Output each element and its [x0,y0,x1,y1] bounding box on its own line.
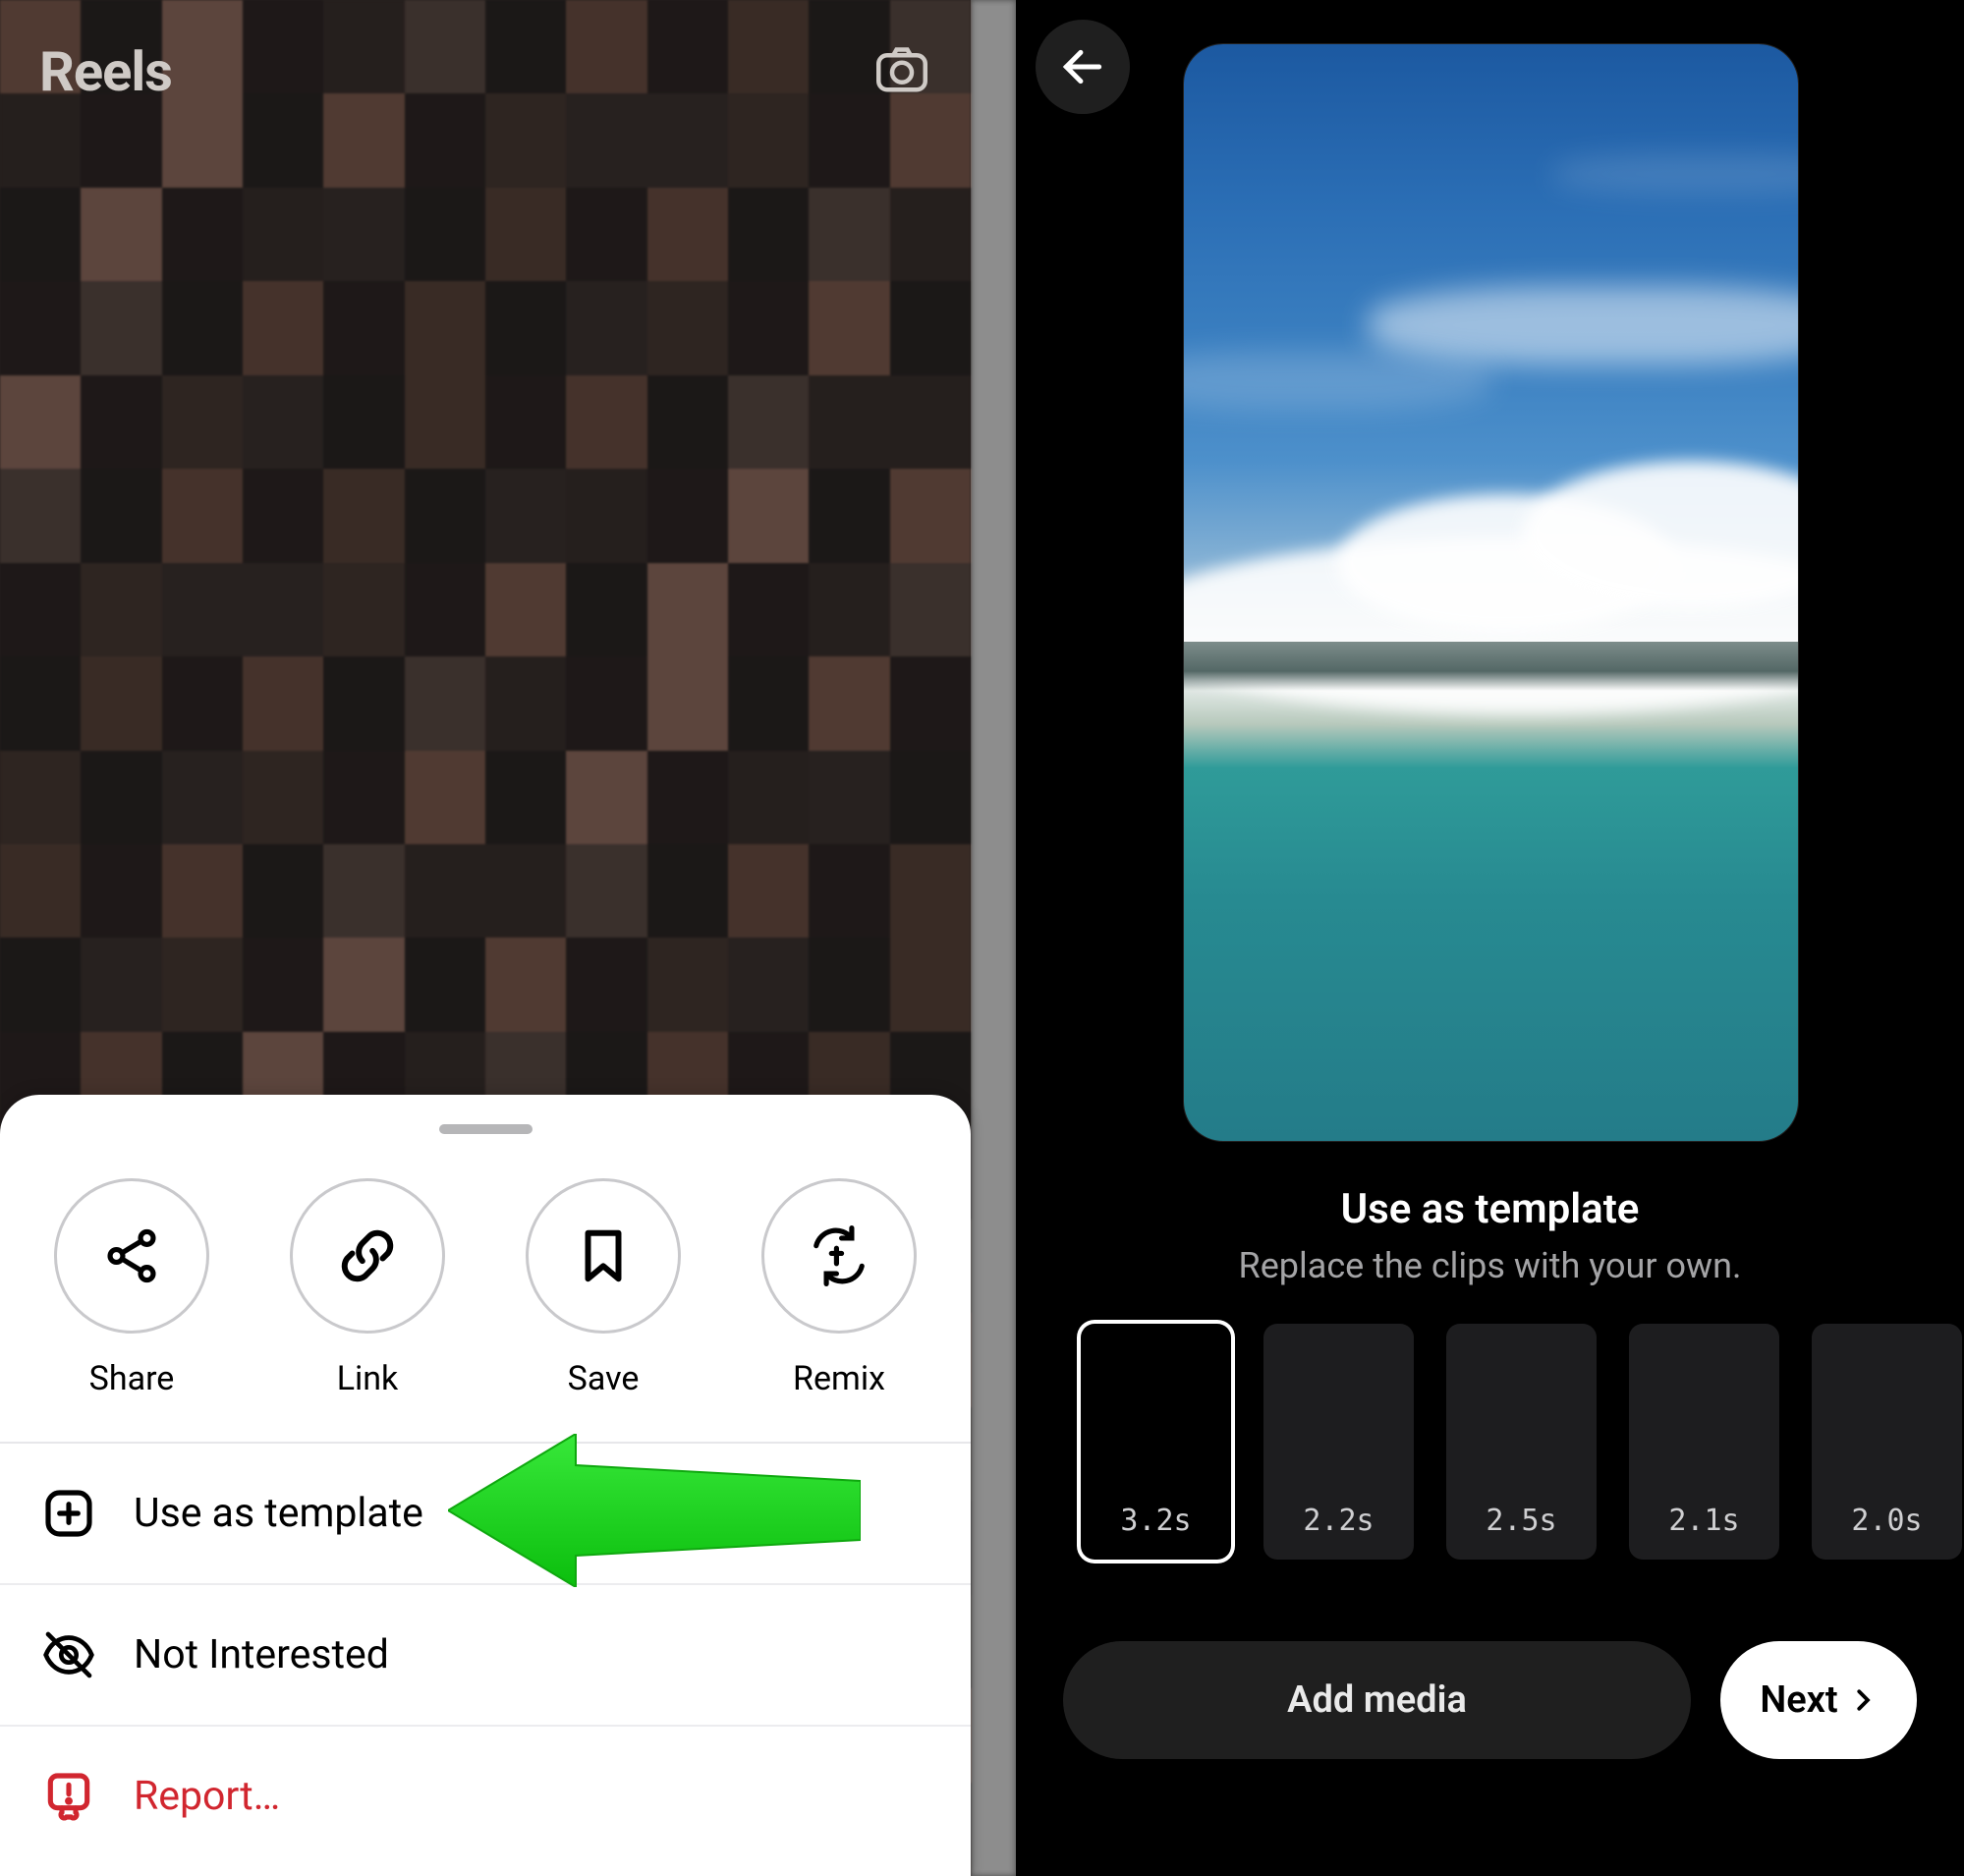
link-label: Link [337,1359,399,1398]
quick-action-row: Share Link [0,1178,971,1442]
share-label: Share [89,1359,175,1398]
next-button[interactable]: Next [1720,1641,1917,1759]
camera-icon [872,39,931,98]
report-label: Report… [134,1773,280,1820]
clip-slot-5[interactable]: 2.0s [1812,1324,1962,1560]
link-icon [337,1225,398,1286]
clip-slot-3[interactable]: 2.5s [1446,1324,1597,1560]
clip-duration-label: 2.2s [1303,1504,1374,1538]
add-media-label: Add media [1287,1678,1467,1722]
not-interested-label: Not Interested [134,1631,389,1678]
not-interested-item[interactable]: Not Interested [0,1585,971,1727]
screen-divider [971,0,1016,1876]
clip-duration-label: 3.2s [1120,1504,1191,1538]
template-title: Use as template [1016,1185,1964,1233]
clip-duration-label: 2.5s [1486,1504,1556,1538]
arrow-left-icon [1058,42,1107,91]
remix-icon [809,1225,870,1286]
reels-title: Reels [39,39,172,104]
chevron-right-icon [1848,1685,1878,1715]
plus-square-icon [41,1486,96,1541]
clip-slots-row: 3.2s 2.2s 2.5s 2.1s 2.0s [1081,1324,1964,1560]
template-subtitle: Replace the clips with your own. [1016,1245,1964,1286]
drag-handle[interactable] [439,1124,533,1134]
eye-off-icon [41,1627,96,1682]
use-as-template-item[interactable]: Use as template [0,1444,971,1585]
share-icon [101,1225,162,1286]
use-as-template-label: Use as template [134,1490,423,1537]
clip-slot-2[interactable]: 2.2s [1263,1324,1414,1560]
bottom-sheet: Share Link [0,1095,971,1876]
save-button[interactable]: Save [526,1178,681,1398]
template-editor-screen: Use as template Replace the clips with y… [1016,0,1964,1876]
camera-button[interactable] [872,39,931,98]
report-item[interactable]: Report… [0,1727,971,1866]
share-button[interactable]: Share [54,1178,209,1398]
clip-slot-4[interactable]: 2.1s [1629,1324,1779,1560]
remix-label: Remix [793,1359,885,1398]
template-preview [1184,44,1798,1141]
save-label: Save [568,1359,640,1398]
clip-slot-1[interactable]: 3.2s [1081,1324,1231,1560]
link-button[interactable]: Link [290,1178,445,1398]
back-button[interactable] [1036,20,1130,114]
clip-duration-label: 2.0s [1851,1504,1922,1538]
report-icon [41,1769,96,1824]
add-media-button[interactable]: Add media [1063,1641,1691,1759]
reels-options-screen: Reels [0,0,971,1876]
bookmark-icon [573,1225,634,1286]
clip-duration-label: 2.1s [1668,1504,1739,1538]
next-label: Next [1760,1678,1837,1722]
remix-button[interactable]: Remix [761,1178,917,1398]
